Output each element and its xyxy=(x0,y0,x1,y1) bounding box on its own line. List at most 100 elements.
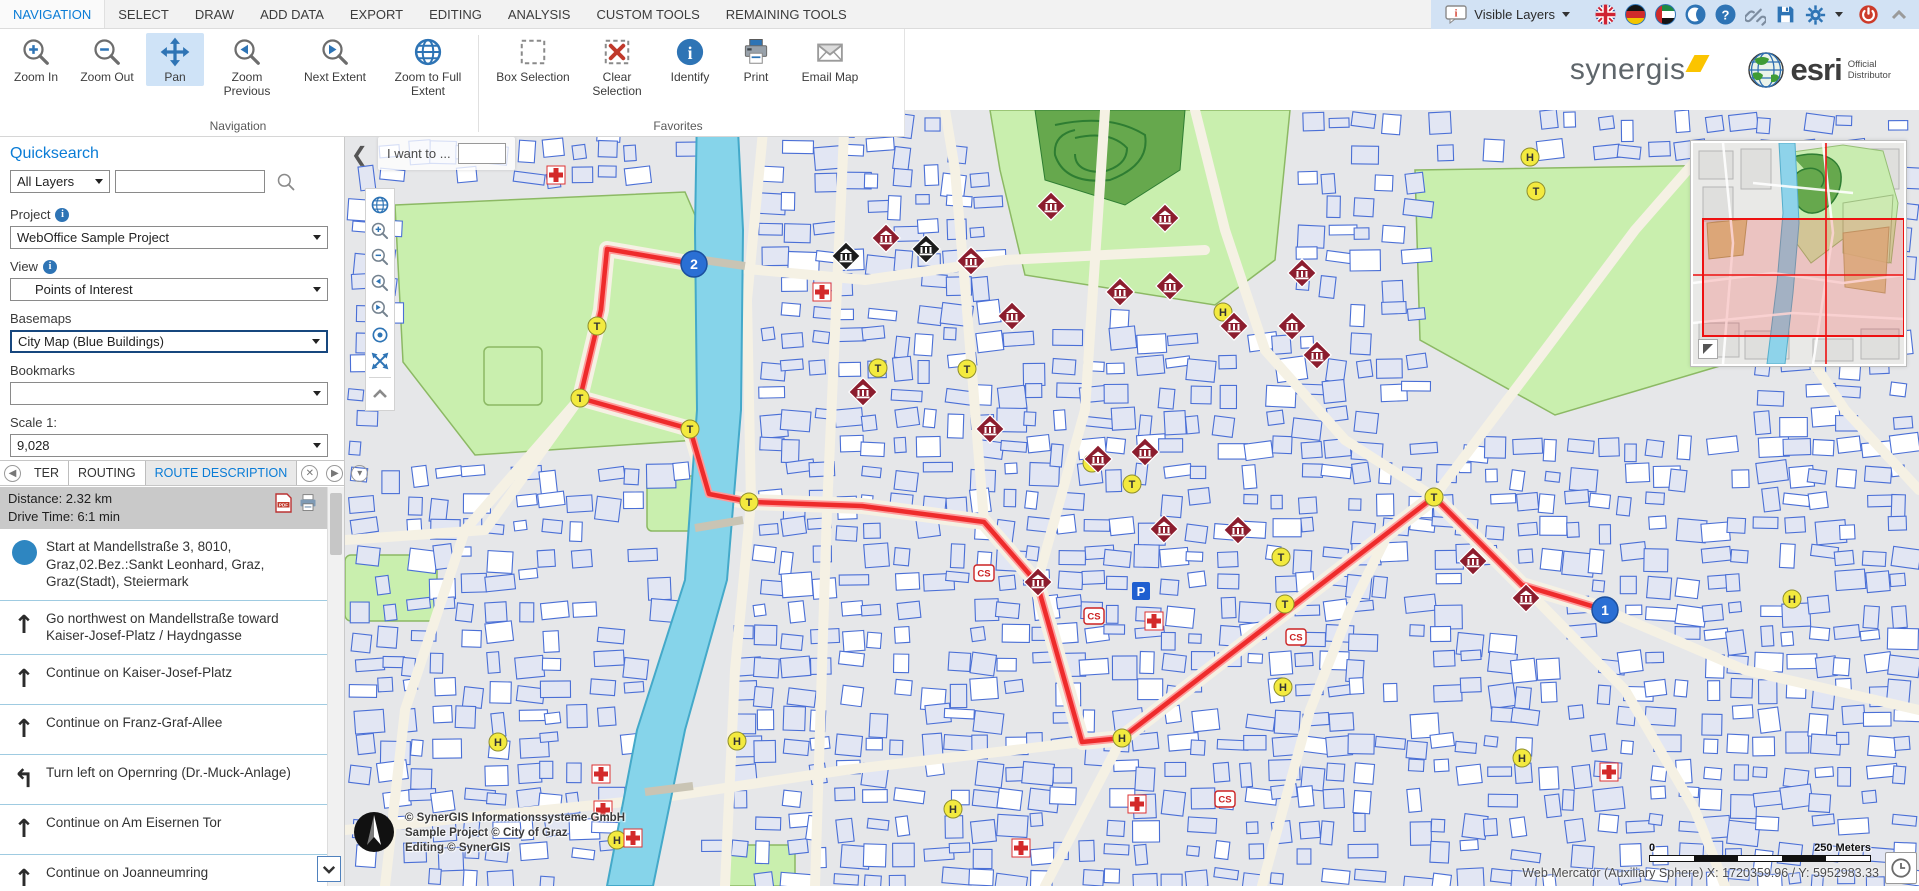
menu-item-editing[interactable]: EDITING xyxy=(416,0,495,28)
pan-button[interactable]: Pan xyxy=(146,33,204,86)
export-pdf-button[interactable]: PDF xyxy=(275,493,292,513)
poi-transit-marker[interactable]: T xyxy=(588,317,606,335)
poi-cs-marker[interactable]: CS xyxy=(1286,629,1306,645)
email-map-button[interactable]: Email Map xyxy=(785,33,875,86)
poi-hotel-marker[interactable]: H xyxy=(1274,678,1292,696)
language-arabic-button[interactable] xyxy=(1655,4,1676,25)
night-mode-button[interactable] xyxy=(1685,4,1706,25)
poi-pharmacy-marker[interactable] xyxy=(813,283,831,301)
poi-parking-marker[interactable]: P xyxy=(1132,582,1150,600)
tab-routing[interactable]: ROUTING xyxy=(69,461,146,485)
poi-transit-marker[interactable]: T xyxy=(681,420,699,438)
poi-pharmacy-marker[interactable] xyxy=(1145,612,1163,630)
collapse-tools-button[interactable] xyxy=(366,381,394,407)
route-step[interactable]: ↰Turn left on Opernring (Dr.-Muck-Anlage… xyxy=(0,755,327,805)
poi-cs-marker[interactable]: CS xyxy=(1215,791,1235,807)
zoom-previous-button[interactable]: Zoom Previous xyxy=(204,33,290,99)
poi-hotel-marker[interactable]: H xyxy=(944,800,962,818)
clear-selection-button[interactable]: Clear Selection xyxy=(581,33,653,99)
poi-pharmacy-marker[interactable] xyxy=(547,166,565,184)
poi-hotel-marker[interactable]: H xyxy=(489,733,507,751)
poi-transit-marker[interactable]: T xyxy=(1425,488,1443,506)
poi-transit-marker[interactable]: T xyxy=(958,360,976,378)
scroll-down-button[interactable] xyxy=(317,856,341,882)
poi-pharmacy-marker[interactable] xyxy=(592,765,610,783)
route-step[interactable]: ↑Continue on Am Eisernen Tor xyxy=(0,805,327,855)
settings-chevron-icon[interactable] xyxy=(1835,12,1843,17)
poi-transit-marker[interactable]: T xyxy=(1123,475,1141,493)
menu-item-draw[interactable]: DRAW xyxy=(182,0,247,28)
zoom-in-button[interactable]: Zoom In xyxy=(4,33,68,86)
poi-cs-marker[interactable]: CS xyxy=(974,565,994,581)
scrollbar-thumb[interactable] xyxy=(330,493,342,555)
menu-item-remaining-tools[interactable]: REMAINING TOOLS xyxy=(713,0,860,28)
poi-pharmacy-marker[interactable] xyxy=(624,829,642,847)
poi-transit-marker[interactable]: T xyxy=(1272,548,1290,566)
help-button[interactable]: ? xyxy=(1715,4,1736,25)
poi-transit-marker[interactable]: T xyxy=(1276,595,1294,613)
menu-item-navigation[interactable]: NAVIGATION xyxy=(0,0,105,28)
zoom-to-full-extent-button[interactable]: Zoom to Full Extent xyxy=(380,33,476,99)
quicksearch-input[interactable] xyxy=(115,170,265,193)
poi-pharmacy-marker[interactable] xyxy=(1012,839,1030,857)
poi-hotel-marker[interactable]: H xyxy=(728,732,746,750)
i-want-to-input[interactable] xyxy=(458,143,506,164)
route-end-marker[interactable]: 2 xyxy=(681,251,707,277)
info-icon[interactable]: i xyxy=(43,260,57,274)
project-select[interactable]: WebOffice Sample Project xyxy=(10,226,328,249)
quicksearch-layer-select[interactable]: All Layers xyxy=(10,170,110,193)
route-step[interactable]: Start at Mandellstraße 3, 8010, Graz,02.… xyxy=(0,529,327,601)
route-step[interactable]: ↑Go northwest on Mandellstraße toward Ka… xyxy=(0,601,327,655)
poi-pharmacy-marker[interactable] xyxy=(1128,795,1146,813)
menu-item-export[interactable]: EXPORT xyxy=(337,0,416,28)
route-step[interactable]: ↑Continue on Kaiser-Josef-Platz xyxy=(0,655,327,705)
i-want-to-widget[interactable]: I want to ... xyxy=(378,137,515,170)
box-selection-button[interactable]: Box Selection xyxy=(485,33,581,86)
share-link-button[interactable] xyxy=(1745,4,1766,25)
tab-route-description[interactable]: ROUTE DESCRIPTION xyxy=(146,461,298,485)
close-panel-button[interactable]: ✕ xyxy=(301,465,318,482)
print-route-button[interactable] xyxy=(298,493,318,513)
extent-rectangle[interactable] xyxy=(1703,219,1904,336)
route-step[interactable]: ↑Continue on Joanneumring xyxy=(0,855,327,887)
menu-item-analysis[interactable]: ANALYSIS xyxy=(495,0,584,28)
route-step[interactable]: ↑Continue on Franz-Graf-Allee xyxy=(0,705,327,755)
identify-button[interactable]: iIdentify xyxy=(653,33,727,86)
menu-item-custom-tools[interactable]: CUSTOM TOOLS xyxy=(583,0,712,28)
tab-ter[interactable]: TER xyxy=(25,461,69,485)
tab-scroll-right-button[interactable]: ▶ xyxy=(326,465,343,482)
menu-item-add-data[interactable]: ADD DATA xyxy=(247,0,337,28)
poi-cs-marker[interactable]: CS xyxy=(1084,608,1104,624)
fullscreen-button[interactable] xyxy=(366,348,394,374)
basemaps-select[interactable]: City Map (Blue Buildings) xyxy=(10,330,328,353)
menu-item-select[interactable]: SELECT xyxy=(105,0,182,28)
poi-hotel-marker[interactable]: H xyxy=(1513,749,1531,767)
zoom-out-button[interactable]: Zoom Out xyxy=(68,33,146,86)
info-icon[interactable]: i xyxy=(55,208,69,222)
zoom-out-button[interactable] xyxy=(366,244,394,270)
search-icon[interactable] xyxy=(276,172,296,192)
center-map-button[interactable] xyxy=(366,322,394,348)
map-area[interactable]: TTTTTTTTTTTTHHHHHHHHHHCSCSCSCSP21 ❮ I wa… xyxy=(345,110,1919,886)
language-english-button[interactable] xyxy=(1595,4,1616,25)
clock-button[interactable] xyxy=(1885,852,1917,884)
overview-map[interactable] xyxy=(1690,140,1907,367)
language-german-button[interactable] xyxy=(1625,4,1646,25)
poi-hotel-marker[interactable]: H xyxy=(1783,590,1801,608)
print-button[interactable]: Print xyxy=(727,33,785,86)
panel-menu-button[interactable]: ▾ xyxy=(351,465,368,482)
scale-select[interactable]: 9,028 xyxy=(10,434,328,457)
map-canvas[interactable]: TTTTTTTTTTTTHHHHHHHHHHCSCSCSCSP21 xyxy=(345,110,1919,886)
poi-transit-marker[interactable]: T xyxy=(869,359,887,377)
zoom-in-button[interactable] xyxy=(366,218,394,244)
route-scrollbar[interactable] xyxy=(327,487,344,886)
view-select[interactable]: Points of Interest xyxy=(10,278,328,301)
route-start-marker[interactable]: 1 xyxy=(1592,597,1618,623)
full-extent-button[interactable] xyxy=(366,192,394,218)
collapse-ribbon-button[interactable] xyxy=(1888,4,1909,25)
next-extent-button[interactable]: Next Extent xyxy=(290,33,380,86)
settings-button[interactable] xyxy=(1805,4,1826,25)
tab-scroll-left-button[interactable]: ◀ xyxy=(4,465,21,482)
sidebar-collapse-icon[interactable]: ❮ xyxy=(351,142,368,166)
poi-transit-marker[interactable]: T xyxy=(571,389,589,407)
